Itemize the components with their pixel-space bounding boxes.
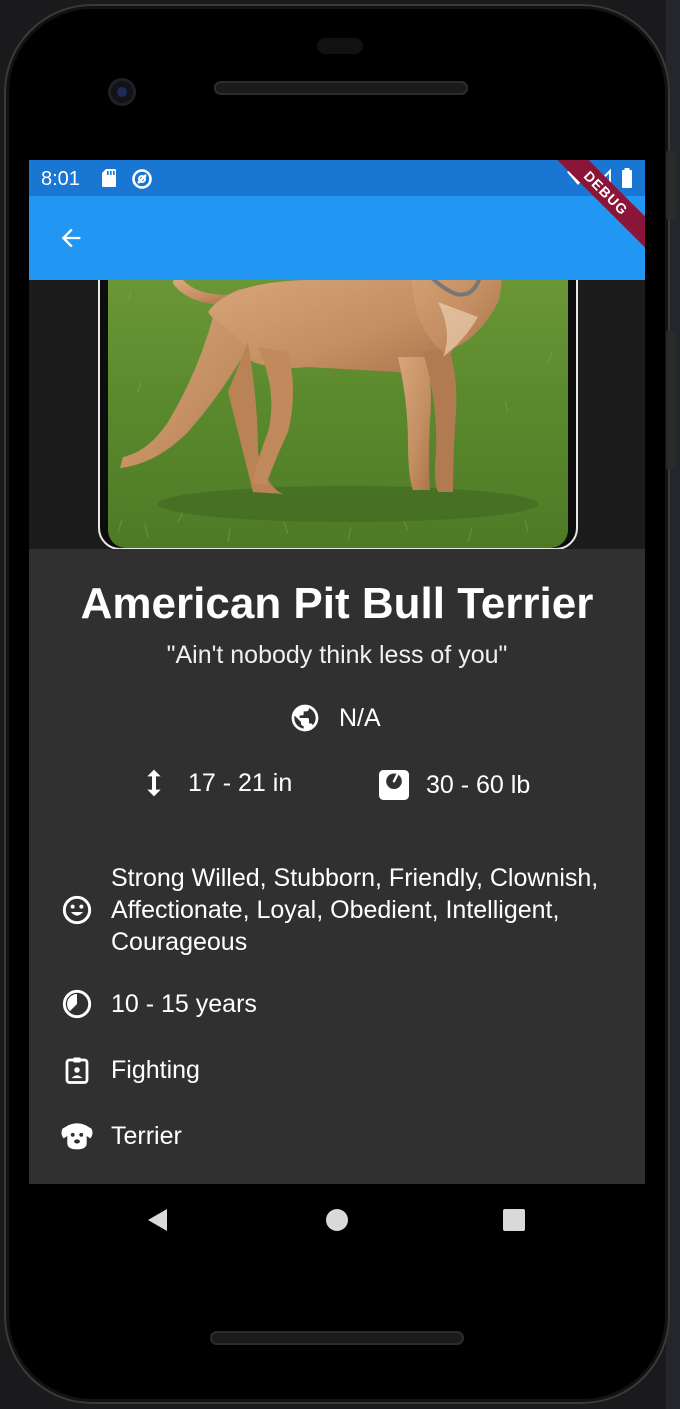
- sync-icon: [132, 169, 152, 189]
- bottom-speaker-grill: [210, 1331, 464, 1345]
- app-bar: [29, 196, 645, 280]
- height-row: 17 - 21 in: [142, 767, 292, 799]
- phone-power-button: [666, 150, 676, 220]
- recents-square-icon[interactable]: [503, 1209, 525, 1231]
- scale-icon: [379, 770, 409, 800]
- weight-row: 30 - 60 lb: [376, 767, 530, 803]
- bred-for-value: Fighting: [111, 1056, 200, 1084]
- smiley-icon: [62, 895, 92, 925]
- dog-icon: [61, 1123, 93, 1150]
- breed-slogan: "Ain't nobody think less of you": [166, 641, 508, 669]
- app-screen: 8:01 DEBUG American Pit Bull Terrier "Ai…: [29, 160, 645, 1184]
- life-span-value: 10 - 15 years: [111, 990, 257, 1018]
- dog-photo-card: [98, 280, 578, 549]
- arrow-back-icon: [61, 228, 81, 248]
- top-speaker-grill: [214, 81, 468, 95]
- origin-value: N/A: [339, 703, 381, 732]
- battery-icon: [622, 168, 632, 188]
- bred-for-row: Fighting: [57, 1054, 200, 1086]
- breed-name: American Pit Bull Terrier: [80, 579, 594, 628]
- breed-group-row: Terrier: [57, 1120, 182, 1152]
- status-bar: 8:01: [29, 160, 645, 196]
- weight-value: 30 - 60 lb: [426, 770, 531, 799]
- phone-volume-button: [666, 330, 676, 470]
- temperament-row: Strong Willed, Stubborn, Friendly, Clown…: [57, 862, 617, 958]
- back-triangle-icon[interactable]: [145, 1208, 169, 1232]
- life-span-row: 10 - 15 years: [57, 988, 257, 1020]
- earpiece: [317, 38, 363, 54]
- back-button[interactable]: [47, 216, 95, 260]
- hero-image-area: [29, 280, 645, 549]
- origin-row: N/A: [289, 702, 381, 734]
- dog-photo: [108, 280, 568, 548]
- vertical-arrows-icon: [147, 769, 161, 797]
- sd-card-icon: [102, 169, 116, 187]
- height-value: 17 - 21 in: [188, 768, 293, 797]
- system-nav-bar: [29, 1184, 645, 1254]
- home-circle-icon[interactable]: [325, 1208, 349, 1232]
- front-camera: [108, 78, 136, 106]
- breed-group-value: Terrier: [111, 1122, 182, 1150]
- status-time: 8:01: [41, 168, 80, 190]
- temperament-value: Strong Willed, Stubborn, Friendly, Clown…: [111, 864, 599, 956]
- globe-icon: [291, 704, 319, 732]
- clock-icon: [62, 989, 92, 1019]
- clipboard-icon: [65, 1057, 89, 1084]
